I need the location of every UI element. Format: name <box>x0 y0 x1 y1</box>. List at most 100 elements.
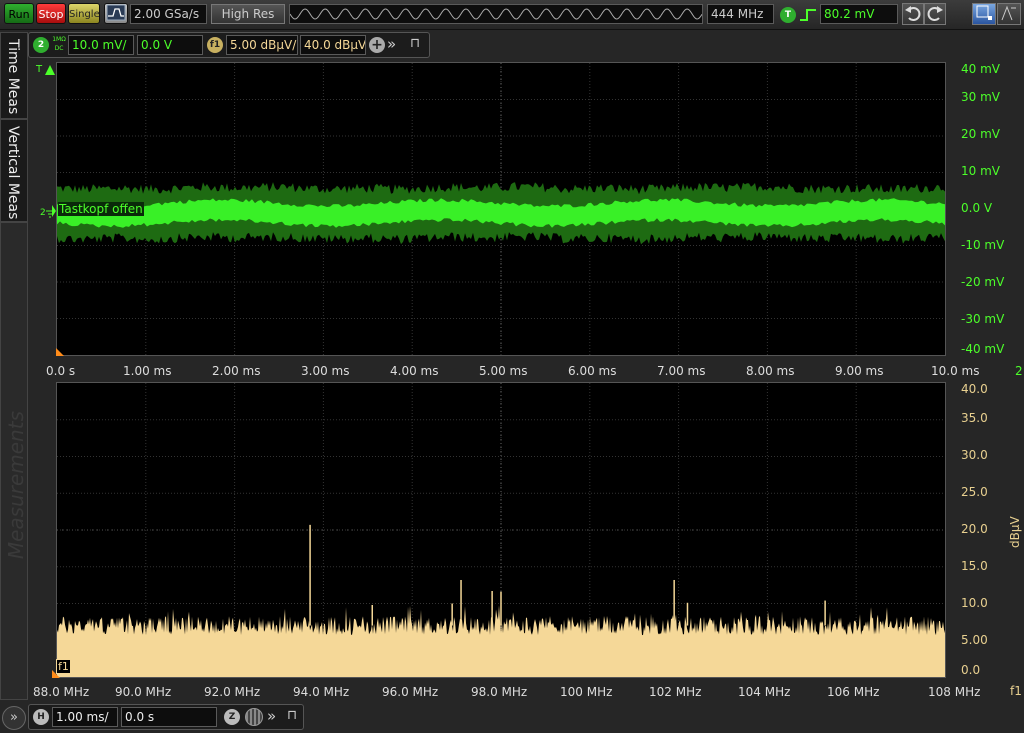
fft-y-label: 10.0 <box>961 596 988 610</box>
fft-badge[interactable]: f1 <box>207 37 223 53</box>
impedance-label: 1MΩ <box>52 36 66 43</box>
waveform-x-label: 8.00 ms <box>746 364 795 378</box>
fft-spectrum <box>57 383 945 677</box>
ground-marker-icon <box>46 205 56 218</box>
waveform-y-label: -30 mV <box>961 312 1005 326</box>
waveform-x-label: 3.00 ms <box>301 364 350 378</box>
coupling-indicator[interactable]: 1MΩ DC <box>51 35 67 53</box>
waveform-x-label: 5.00 ms <box>479 364 528 378</box>
expand-chevron-icon[interactable]: » <box>387 35 396 53</box>
waveform-x-label: 4.00 ms <box>390 364 439 378</box>
pin-icon[interactable]: ⊓ <box>410 36 420 51</box>
tab-time-meas-label: Time Meas <box>5 39 21 115</box>
channel-offset-field[interactable]: 0.0 V <box>137 35 203 55</box>
channel-scale-field[interactable]: 10.0 mV/ <box>68 35 134 55</box>
navigate-knob-icon[interactable] <box>245 708 263 726</box>
waveform-right-marker: 2 <box>1015 364 1023 378</box>
horizontal-badge[interactable]: H <box>33 709 49 725</box>
fft-scale-field[interactable]: 5.00 dBµV/ <box>226 35 298 55</box>
stop-button[interactable]: Stop <box>36 3 66 24</box>
trigger-position-marker: T <box>36 64 43 75</box>
measurements-panel-label: Measurements <box>4 411 28 560</box>
trigger-arrow-icon <box>45 65 55 75</box>
fft-x-label: 88.0 MHz <box>33 685 90 699</box>
waveform-grid <box>57 63 945 355</box>
redo-icon <box>927 6 943 21</box>
channel-badge[interactable]: 2 <box>33 37 49 53</box>
waveform-x-label: 2.00 ms <box>212 364 261 378</box>
acquisition-mode-button[interactable]: High Res <box>211 4 285 24</box>
measure-button[interactable] <box>997 3 1021 25</box>
fft-y-label: 35.0 <box>961 411 988 425</box>
fft-y-label: 25.0 <box>961 485 988 499</box>
timebase-bar: H 1.00 ms/ 0.0 s Z » ⊓ <box>28 704 304 730</box>
zoom-badge[interactable]: Z <box>224 709 240 725</box>
fft-ref-marker-icon <box>52 670 60 678</box>
waveform-label: Tastkopf offen <box>58 202 144 216</box>
fft-x-label: 98.0 MHz <box>471 685 528 699</box>
waveform-x-label: 7.00 ms <box>657 364 706 378</box>
bandwidth-display[interactable]: 444 MHz <box>707 4 774 24</box>
trigger-edge-icon[interactable] <box>798 7 818 23</box>
waveform-y-label: 20 mV <box>961 127 1000 141</box>
auto-scale-button[interactable] <box>104 3 128 24</box>
redo-button[interactable] <box>924 3 946 25</box>
tab-time-meas[interactable]: Time Meas <box>0 32 28 119</box>
run-button[interactable]: Run <box>4 3 34 24</box>
fft-y-label: 20.0 <box>961 522 988 536</box>
fft-x-label: 106 MHz <box>827 685 880 699</box>
top-toolbar: Run Stop Single 2.00 GSa/s High Res 444 … <box>0 0 1024 30</box>
waveform-x-label: 6.00 ms <box>568 364 617 378</box>
fft-x-label: 90.0 MHz <box>115 685 172 699</box>
fft-x-label: 96.0 MHz <box>382 685 439 699</box>
waveform-y-label: -10 mV <box>961 238 1005 252</box>
waveform-display[interactable] <box>56 62 946 356</box>
single-button[interactable]: Single <box>68 3 100 24</box>
waveform-x-label: 9.00 ms <box>835 364 884 378</box>
fft-x-label: 94.0 MHz <box>293 685 350 699</box>
fft-x-label: 104 MHz <box>738 685 791 699</box>
undo-button[interactable] <box>902 3 924 25</box>
fft-unit-label: dBµV <box>1008 516 1022 548</box>
acquisition-memory-bar <box>289 4 703 24</box>
trigger-level-display[interactable]: 80.2 mV <box>820 4 898 24</box>
layout-icon <box>976 5 992 20</box>
fft-display[interactable] <box>56 382 946 678</box>
timebase-delay-field[interactable]: 0.0 s <box>121 707 217 727</box>
screen-layout-button[interactable] <box>972 3 996 25</box>
expand-chevron-icon[interactable]: » <box>267 707 276 725</box>
fft-x-label: 100 MHz <box>560 685 613 699</box>
measurements-panel: Measurements <box>0 222 28 700</box>
fft-right-marker: f1 <box>1010 684 1022 698</box>
measure-icon <box>1001 5 1016 21</box>
fft-x-label: 92.0 MHz <box>204 685 261 699</box>
trigger-badge[interactable]: T <box>780 7 796 23</box>
fft-y-label: 40.0 <box>961 382 988 396</box>
waveform-y-label: -20 mV <box>961 275 1005 289</box>
add-channel-button[interactable]: + <box>369 37 385 53</box>
waveform-x-label: 10.0 ms <box>931 364 980 378</box>
channel-ground-marker: 2 <box>40 208 46 218</box>
sample-rate-display[interactable]: 2.00 GSa/s <box>130 4 207 24</box>
waveform-y-label: 40 mV <box>961 62 1000 76</box>
waveform-y-label: -40 mV <box>961 342 1005 356</box>
pin-icon[interactable]: ⊓ <box>287 708 297 723</box>
waveform-y-label: 30 mV <box>961 90 1000 104</box>
waveform-y-label: 10 mV <box>961 164 1000 178</box>
waveform-x-label: 1.00 ms <box>123 364 172 378</box>
timebase-scale-field[interactable]: 1.00 ms/ <box>52 707 118 727</box>
time-ref-marker-icon <box>56 348 64 356</box>
collapse-panel-button[interactable]: » <box>2 706 26 730</box>
fft-reference-field[interactable]: 40.0 dBµV <box>300 35 366 55</box>
fft-y-label: 5.00 <box>961 633 988 647</box>
fft-y-label: 15.0 <box>961 559 988 573</box>
memory-waveform-icon <box>290 8 702 20</box>
undo-icon <box>905 6 921 21</box>
coupling-label: DC <box>54 45 64 52</box>
fft-x-label: 108 MHz <box>928 685 981 699</box>
waveform-icon <box>106 4 126 21</box>
fft-x-label: 102 MHz <box>649 685 702 699</box>
channel-settings-bar: 2 1MΩ DC 10.0 mV/ 0.0 V f1 5.00 dBµV/ 40… <box>28 32 430 58</box>
waveform-y-label: 0.0 V <box>961 201 993 215</box>
tab-vertical-meas[interactable]: Vertical Meas <box>0 119 28 222</box>
